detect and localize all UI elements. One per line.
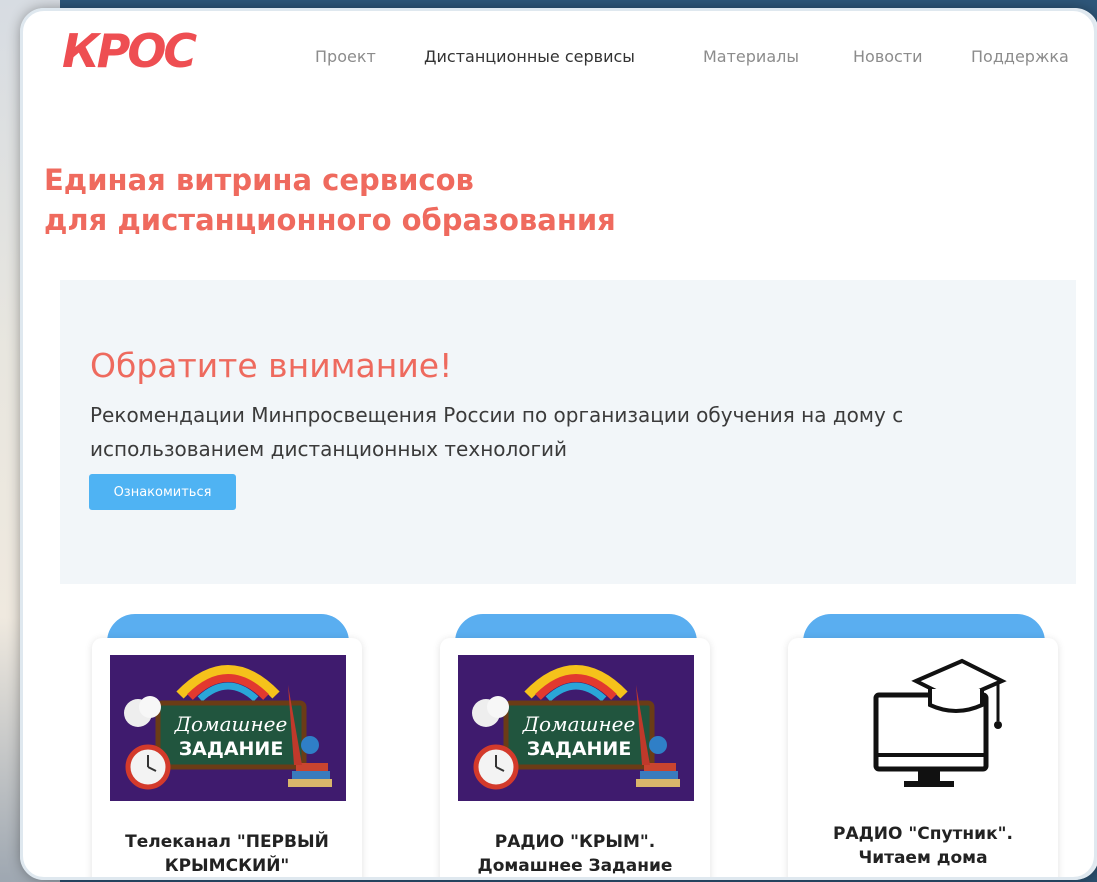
card-title: Телеканал "ПЕРВЫЙ КРЫМСКИЙ"	[102, 830, 352, 878]
homework-banner-image: Домашнее ЗАДАНИЕ	[110, 655, 346, 801]
page-headline: Единая витрина сервисов для дистанционно…	[44, 160, 616, 240]
service-card-first-crimean[interactable]: Домашнее ЗАДАНИЕ Телеканал "ПЕРВЫЙ КРЫМС…	[92, 614, 364, 878]
card-body: Домашнее ЗАДАНИЕ РАДИО "КРЫМ". Домашнее …	[440, 638, 710, 878]
card-title-line-1: РАДИО "КРЫМ".	[494, 832, 656, 852]
headline-line-1: Единая витрина сервисов	[44, 163, 474, 197]
image-caption-1: Домашнее	[522, 712, 636, 736]
image-caption-2: ЗАДАНИЕ	[179, 738, 284, 760]
nav-item-news[interactable]: Новости	[853, 47, 923, 66]
card-title: РАДИО "КРЫМ". Домашнее Задание	[450, 830, 700, 878]
nav-item-project[interactable]: Проект	[315, 47, 376, 66]
notice-banner: Обратите внимание! Рекомендации Минпросв…	[60, 280, 1076, 584]
notice-title: Обратите внимание!	[90, 346, 453, 385]
card-title-line-1: РАДИО "Спутник".	[833, 824, 1013, 844]
top-navigation: КРОС Проект Дистанционные сервисы Матери…	[22, 10, 1097, 100]
card-title-line-1: Телеканал "ПЕРВЫЙ	[125, 832, 329, 852]
graduation-computer-image	[806, 655, 1042, 801]
homework-banner-icon: Домашнее ЗАДАНИЕ	[458, 655, 694, 801]
notice-text: Рекомендации Минпросвещения России по ор…	[90, 403, 904, 461]
nav-item-support[interactable]: Поддержка	[971, 47, 1069, 66]
homework-banner-icon: Домашнее ЗАДАНИЕ	[110, 655, 346, 801]
homework-banner-image: Домашнее ЗАДАНИЕ	[458, 655, 694, 801]
service-card-radio-krym[interactable]: Домашнее ЗАДАНИЕ РАДИО "КРЫМ". Домашнее …	[440, 614, 712, 878]
site-logo[interactable]: КРОС	[62, 24, 197, 78]
card-title: РАДИО "Спутник". Читаем дома	[798, 822, 1048, 870]
read-more-button[interactable]: Ознакомиться	[89, 474, 236, 510]
card-title-line-2: Читаем дома	[858, 848, 988, 868]
nav-item-distance-services[interactable]: Дистанционные сервисы	[424, 47, 635, 66]
card-body: Домашнее ЗАДАНИЕ Телеканал "ПЕРВЫЙ КРЫМС…	[92, 638, 362, 878]
headline-line-2: для дистанционного образования	[44, 203, 616, 237]
card-title-line-2: КРЫМСКИЙ"	[164, 856, 290, 876]
service-card-radio-sputnik[interactable]: РАДИО "Спутник". Читаем дома	[788, 614, 1060, 878]
image-caption-2: ЗАДАНИЕ	[527, 738, 632, 760]
card-body: РАДИО "Спутник". Читаем дома	[788, 638, 1058, 878]
nav-item-materials[interactable]: Материалы	[703, 47, 799, 66]
graduation-computer-icon	[873, 658, 1007, 787]
image-caption-1: Домашнее	[174, 712, 288, 736]
browser-screen: КРОС Проект Дистанционные сервисы Матери…	[22, 10, 1097, 878]
card-title-line-2: Домашнее Задание	[477, 856, 673, 876]
